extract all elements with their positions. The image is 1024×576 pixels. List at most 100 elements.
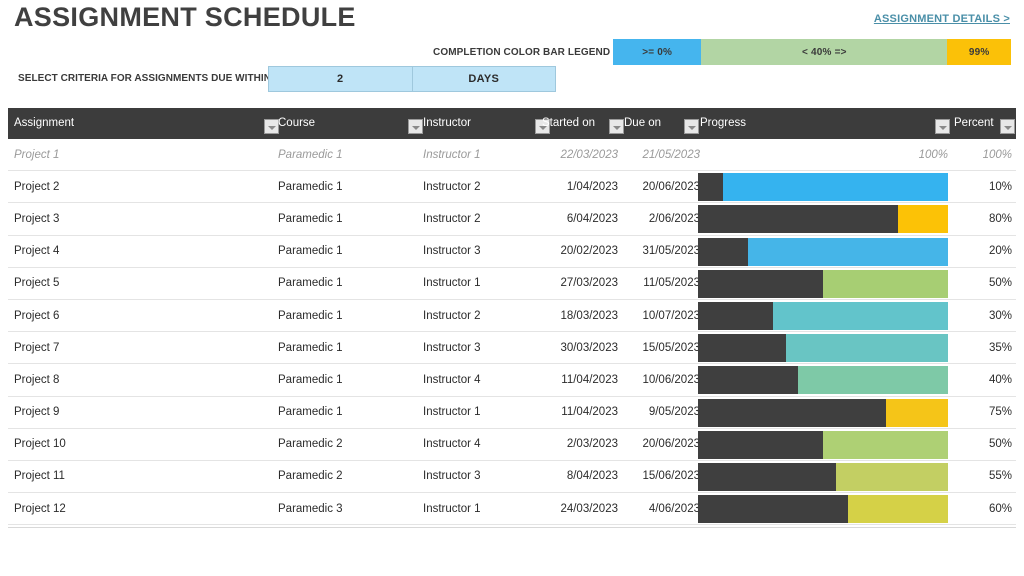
assignment-table: Assignment Course Instructor Started on …: [8, 108, 1016, 526]
filter-button-course[interactable]: [408, 119, 423, 134]
legend-segment-low: >= 0%: [613, 39, 702, 65]
cell-assignment: Project 5: [14, 277, 60, 290]
filter-button-started-on[interactable]: [609, 119, 624, 134]
progress-bar-track: [698, 430, 948, 459]
assignment-schedule-app: ASSIGNMENT SCHEDULE ASSIGNMENT DETAILS >…: [0, 0, 1024, 576]
completion-color-bar-legend: >= 0% < 40% => 99%: [613, 39, 1011, 65]
cell-assignment: Project 4: [14, 245, 60, 258]
progress-bar-fill: [698, 430, 823, 459]
cell-due-on: 9/05/2023: [648, 406, 700, 419]
cell-due-on: 10/07/2023: [642, 309, 700, 322]
cell-progress-bar: [698, 366, 948, 395]
progress-bar-fill: [698, 462, 836, 491]
table-header-row: Assignment Course Instructor Started on …: [8, 108, 1016, 139]
progress-bar-fill: [698, 334, 786, 363]
cell-started-on: 22/03/2023: [560, 148, 618, 161]
cell-instructor: Instructor 1: [423, 502, 481, 515]
cell-instructor: Instructor 3: [423, 470, 481, 483]
column-header-percent: Percent: [954, 117, 994, 129]
cell-progress-bar: [698, 173, 948, 202]
table-row[interactable]: Project 5 Paramedic 1 Instructor 1 27/03/20…: [8, 267, 1016, 300]
cell-course: Paramedic 1: [278, 373, 343, 386]
cell-instructor: Instructor 2: [423, 180, 481, 193]
table-row[interactable]: Project 11 Paramedic 2 Instructor 3 8/04/20…: [8, 460, 1016, 494]
cell-started-on: 27/03/2023: [560, 277, 618, 290]
progress-bar-track: [698, 462, 948, 491]
column-header-progress: Progress: [700, 117, 747, 129]
progress-bar-track: [698, 269, 948, 298]
cell-assignment: Project 12: [14, 502, 66, 515]
cell-instructor: Instructor 3: [423, 245, 481, 258]
cell-progress-bar: [698, 398, 948, 427]
cell-due-on: 21/05/2023: [642, 148, 700, 161]
cell-progress-bar: [698, 269, 948, 298]
cell-assignment: Project 8: [14, 373, 60, 386]
cell-started-on: 20/02/2023: [560, 245, 618, 258]
criteria-controls: 2 DAYS: [268, 66, 556, 92]
cell-due-on: 20/06/2023: [642, 438, 700, 451]
cell-percent: 35%: [988, 341, 1012, 354]
column-header-started-on: Started on: [542, 117, 596, 129]
cell-progress-bar: [698, 495, 948, 524]
table-bottom-divider: [8, 527, 1016, 528]
cell-progress-bar: [698, 205, 948, 234]
cell-instructor: Instructor 4: [423, 438, 481, 451]
cell-percent: 55%: [988, 470, 1012, 483]
cell-started-on: 2/03/2023: [566, 438, 618, 451]
cell-due-on: 4/06/2023: [648, 502, 700, 515]
cell-progress-bar: [698, 301, 948, 330]
cell-percent: 10%: [988, 180, 1012, 193]
cell-percent: 60%: [988, 502, 1012, 515]
cell-instructor: Instructor 1: [423, 148, 481, 161]
cell-assignment: Project 9: [14, 406, 60, 419]
cell-assignment: Project 11: [14, 470, 65, 483]
criteria-value-input[interactable]: 2: [269, 67, 412, 91]
assignment-details-link[interactable]: ASSIGNMENT DETAILS >: [874, 13, 1010, 25]
filter-button-assignment[interactable]: [264, 119, 279, 134]
table-row[interactable]: Project 1 Paramedic 1 Instructor 1 22/03/20…: [8, 139, 1016, 172]
cell-course: Paramedic 1: [278, 245, 343, 258]
filter-button-due-on[interactable]: [684, 119, 699, 134]
progress-bar-track: [698, 495, 948, 524]
cell-started-on: 11/04/2023: [561, 406, 618, 419]
cell-progress-bar: [698, 462, 948, 491]
cell-course: Paramedic 1: [278, 148, 343, 161]
column-header-assignment: Assignment: [14, 117, 75, 129]
progress-bar-fill: [698, 173, 723, 202]
filter-button-percent[interactable]: [1000, 119, 1015, 134]
legend-label: COMPLETION COLOR BAR LEGEND: [433, 47, 611, 58]
table-row[interactable]: Project 2 Paramedic 1 Instructor 2 1/04/202…: [8, 171, 1016, 204]
criteria-label: SELECT CRITERIA FOR ASSIGNMENTS DUE WITH…: [18, 73, 275, 84]
progress-bar-fill: [698, 366, 798, 395]
criteria-unit-select[interactable]: DAYS: [411, 67, 555, 91]
cell-progress-bar: [698, 430, 948, 459]
table-row[interactable]: Project 12 Paramedic 3 Instructor 1 24/03/2…: [8, 493, 1016, 526]
progress-bar-track: [698, 205, 948, 234]
table-row[interactable]: Project 9 Paramedic 1 Instructor 1 11/04/20…: [8, 396, 1016, 429]
table-row[interactable]: Project 8 Paramedic 1 Instructor 4 11/04/20…: [8, 364, 1016, 397]
cell-due-on: 15/05/2023: [642, 341, 700, 354]
progress-bar-track: [698, 334, 948, 363]
legend-segment-high: 99%: [947, 39, 1011, 65]
cell-course: Paramedic 3: [278, 502, 343, 515]
cell-instructor: Instructor 3: [423, 341, 481, 354]
cell-due-on: 31/05/2023: [642, 245, 700, 258]
table-row[interactable]: Project 7 Paramedic 1 Instructor 3 30/03/20…: [8, 332, 1016, 365]
cell-due-on: 11/05/2023: [643, 277, 700, 290]
cell-due-on: 10/06/2023: [642, 373, 700, 386]
progress-bar-track: [698, 237, 948, 266]
table-row[interactable]: Project 4 Paramedic 1 Instructor 3 20/02/20…: [8, 235, 1016, 268]
column-header-instructor: Instructor: [423, 117, 471, 129]
table-row[interactable]: Project 10 Paramedic 2 Instructor 4 2/03/20…: [8, 428, 1016, 461]
cell-instructor: Instructor 4: [423, 373, 481, 386]
cell-percent: 20%: [988, 245, 1012, 258]
progress-bar-fill: [698, 495, 848, 524]
cell-course: Paramedic 1: [278, 212, 343, 225]
cell-progress-bar: [698, 237, 948, 266]
table-row[interactable]: Project 6 Paramedic 1 Instructor 2 18/03/20…: [8, 299, 1016, 333]
cell-assignment: Project 10: [14, 438, 66, 451]
filter-button-progress[interactable]: [935, 119, 950, 134]
column-header-course: Course: [278, 117, 316, 129]
column-header-due-on: Due on: [624, 117, 662, 129]
table-row[interactable]: Project 3 Paramedic 1 Instructor 2 6/04/202…: [8, 203, 1016, 236]
